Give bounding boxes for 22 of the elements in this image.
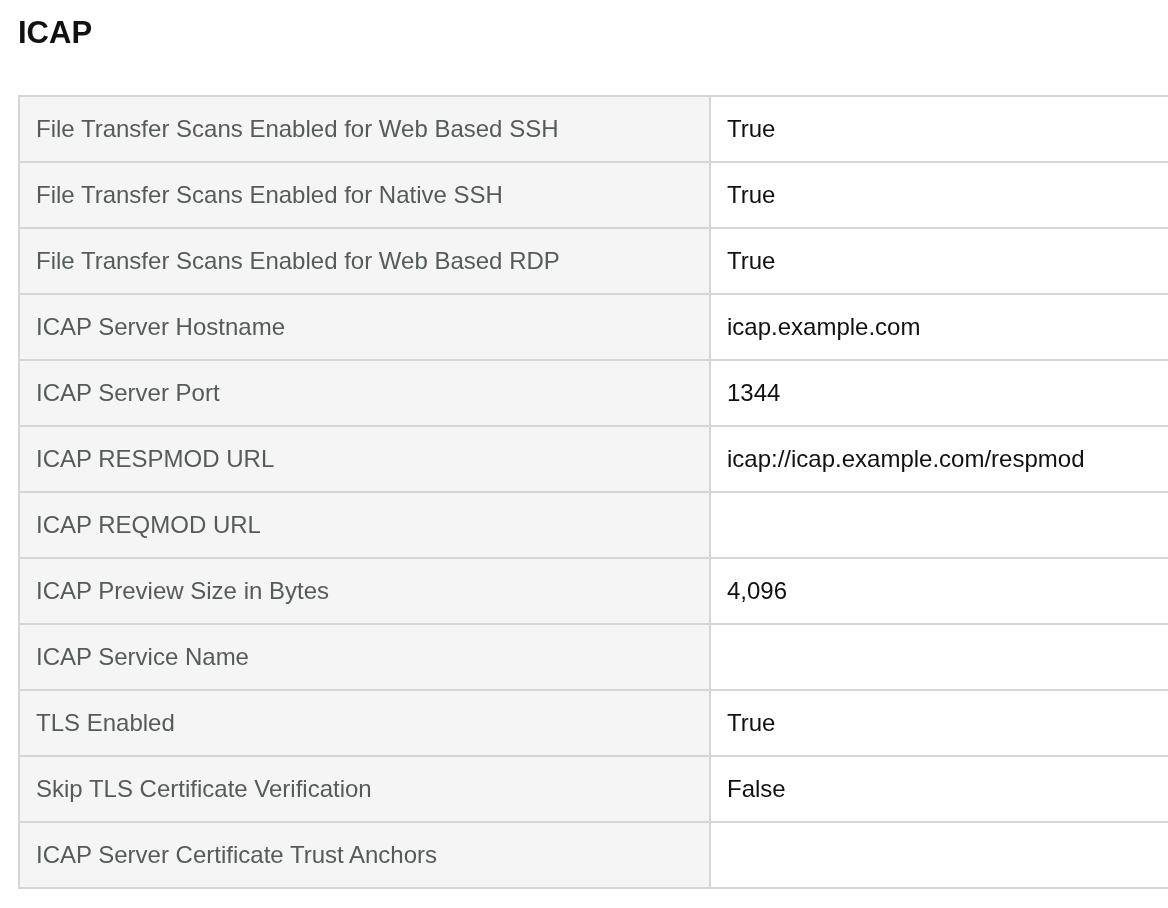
setting-label: File Transfer Scans Enabled for Web Based SSH xyxy=(19,96,710,163)
setting-label: ICAP Server Certificate Trust Anchors xyxy=(19,822,710,889)
setting-value: True xyxy=(710,690,1168,757)
setting-label: ICAP Preview Size in Bytes xyxy=(19,558,710,625)
setting-value: True xyxy=(710,162,1168,229)
setting-label: ICAP Server Hostname xyxy=(19,294,710,361)
setting-label: File Transfer Scans Enabled for Native SSH xyxy=(19,162,710,229)
setting-value: False xyxy=(710,756,1168,823)
setting-label: ICAP RESPMOD URL xyxy=(19,426,710,493)
setting-label: Skip TLS Certificate Verification xyxy=(19,756,710,823)
setting-label: ICAP Service Name xyxy=(19,624,710,691)
setting-value: True xyxy=(710,228,1168,295)
setting-value: icap://icap.example.com/respmod xyxy=(710,426,1168,493)
section-heading: ICAP xyxy=(18,14,94,52)
setting-label: TLS Enabled xyxy=(19,690,710,757)
setting-value: icap.example.com xyxy=(710,294,1168,361)
setting-label: File Transfer Scans Enabled for Web Based RDP xyxy=(19,228,710,295)
setting-value: 1344 xyxy=(710,360,1168,427)
setting-value: True xyxy=(710,96,1168,163)
setting-label: ICAP REQMOD URL xyxy=(19,492,710,559)
setting-label: ICAP Server Port xyxy=(19,360,710,427)
setting-value: 4,096 xyxy=(710,558,1168,625)
